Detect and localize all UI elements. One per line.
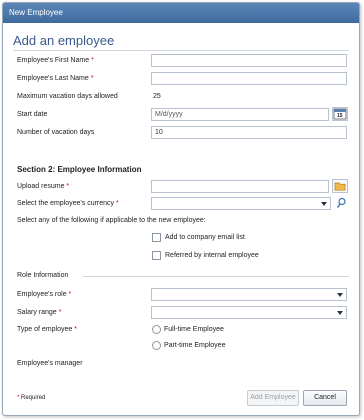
cancel-button[interactable]: Cancel	[303, 390, 347, 406]
select-any-text: Select any of the following if applicabl…	[17, 217, 206, 224]
dialog-content: Add an employee Employee's First Name * …	[3, 23, 359, 415]
role-section-title: Role Information	[17, 272, 69, 279]
first-name-label: Employee's First Name *	[17, 57, 94, 64]
part-time-radio[interactable]	[152, 341, 161, 350]
vacation-days-input[interactable]: 10	[151, 126, 347, 139]
dialog-title-bar: New Employee	[3, 3, 359, 23]
role-divider	[83, 276, 349, 277]
currency-label: Select the employee's currency *	[17, 200, 119, 207]
last-name-input[interactable]	[151, 72, 347, 85]
resume-path-input[interactable]	[151, 180, 329, 193]
calendar-day: 15	[337, 113, 343, 119]
type-label: Type of employee *	[17, 326, 77, 333]
first-name-input[interactable]	[151, 54, 347, 67]
heading-divider	[13, 50, 349, 51]
salary-label: Salary range *	[17, 309, 62, 316]
part-time-label: Part-time Employee	[164, 342, 226, 349]
email-list-label: Add to company email list	[165, 234, 245, 241]
email-list-checkbox[interactable]	[152, 233, 161, 242]
new-employee-dialog: New Employee Add an employee Employee's …	[2, 2, 360, 416]
chevron-down-icon	[337, 293, 343, 297]
dialog-title: New Employee	[9, 8, 63, 17]
currency-select[interactable]	[151, 197, 331, 210]
chevron-down-icon	[337, 311, 343, 315]
full-time-radio[interactable]	[152, 325, 161, 334]
max-vacation-value: 25	[153, 93, 161, 100]
start-date-label: Start date	[17, 111, 48, 118]
full-time-label: Full-time Employee	[164, 326, 224, 333]
page-heading: Add an employee	[13, 33, 115, 48]
referred-label: Referred by internal employee	[165, 252, 259, 259]
max-vacation-label: Maximum vacation days allowed	[17, 93, 118, 100]
chevron-down-icon	[321, 202, 327, 206]
folder-icon	[334, 182, 346, 191]
add-employee-button[interactable]: Add Employee	[247, 390, 299, 406]
browse-button[interactable]	[332, 179, 348, 193]
role-label: Employee's role *	[17, 291, 72, 298]
required-note: * Required	[17, 395, 46, 401]
manager-label: Employee's manager	[17, 360, 83, 367]
search-icon[interactable]	[336, 197, 347, 209]
upload-resume-label: Upload resume *	[17, 183, 70, 190]
salary-select[interactable]	[151, 306, 347, 319]
role-select[interactable]	[151, 288, 347, 301]
last-name-label: Employee's Last Name *	[17, 75, 94, 82]
calendar-button[interactable]: 15	[332, 107, 348, 121]
start-date-input[interactable]: M/d/yyyy	[151, 108, 329, 121]
referred-checkbox[interactable]	[152, 251, 161, 260]
section-2-title: Section 2: Employee Information	[17, 165, 142, 174]
vacation-days-label: Number of vacation days	[17, 129, 95, 136]
